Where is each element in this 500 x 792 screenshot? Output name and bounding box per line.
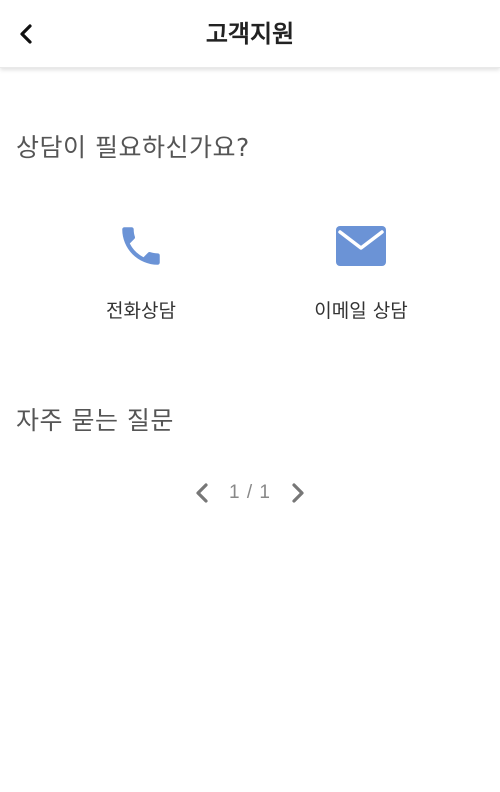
email-consult-button[interactable]: 이메일 상담 [276,218,446,330]
chevron-right-icon [292,483,304,503]
phone-consult-button[interactable]: 전화상담 [56,218,226,330]
chevron-left-icon [196,483,208,503]
consult-section-title: 상담이 필요하신가요? [16,133,250,162]
back-button[interactable] [6,14,46,54]
mail-icon [336,226,386,266]
chevron-left-icon [20,24,32,44]
phone-consult-label: 전화상담 [106,300,176,322]
prev-page-button[interactable] [189,478,215,508]
page-title: 고객지원 [205,20,295,48]
email-consult-label: 이메일 상담 [314,300,408,322]
app-header: 고객지원 [0,0,500,68]
faq-section-title: 자주 묻는 질문 [16,406,174,435]
next-page-button[interactable] [285,478,311,508]
faq-pagination: 1 / 1 [0,476,500,510]
phone-icon [122,227,160,265]
page-indicator: 1 / 1 [229,482,271,503]
